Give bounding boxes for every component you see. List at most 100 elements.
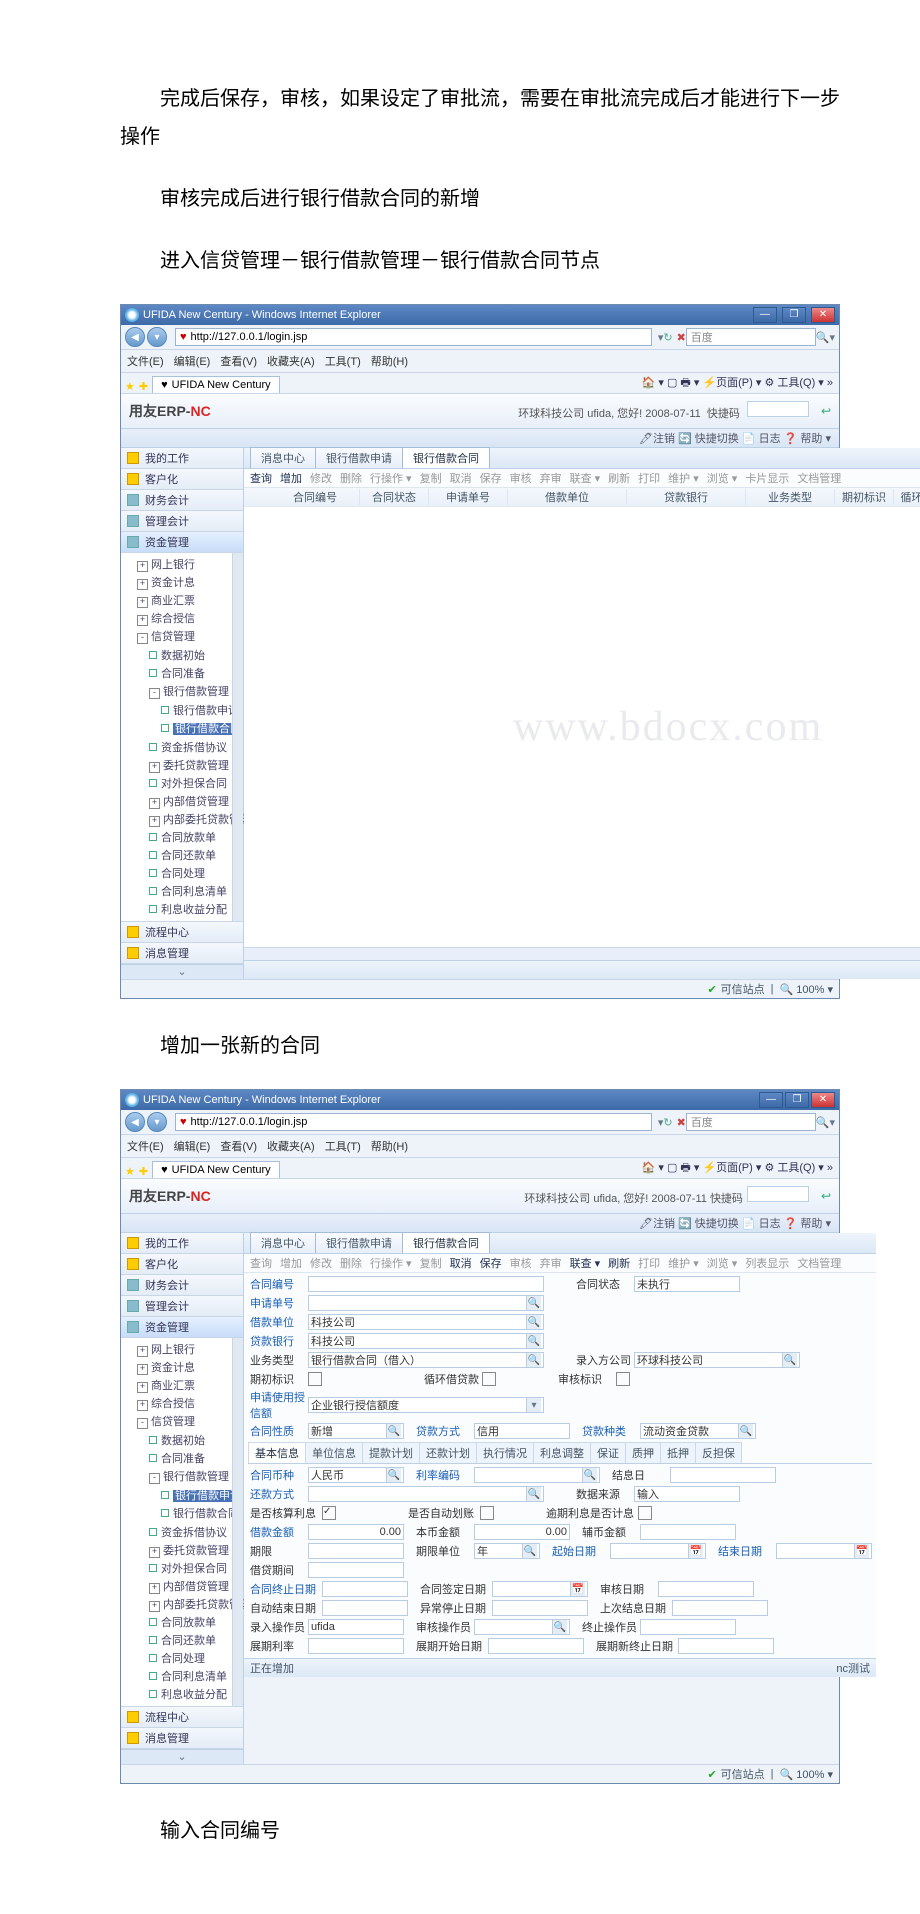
h-scrollbar[interactable] [244,947,920,960]
tree-node[interactable]: 合同准备 [149,1449,243,1467]
subtab[interactable]: 还款计划 [419,1442,477,1463]
tree-node[interactable]: 合同利息清单 [149,882,243,900]
subtab[interactable]: 单位信息 [305,1442,363,1463]
input-term-unit[interactable]: 年🔍 [474,1543,540,1559]
input-contract-enddate[interactable] [322,1581,408,1597]
subtab[interactable]: 抵押 [660,1442,696,1463]
tree-node[interactable]: +综合授信 [137,609,243,627]
tree-node[interactable]: +内部委托贷款管理 [149,1595,243,1613]
tab-loan-contract[interactable]: 银行借款合同 [402,447,490,468]
input-sign-date[interactable]: 📅 [492,1581,588,1597]
tree-node[interactable]: 资金拆借协议 [149,1523,243,1541]
tree-node[interactable]: 银行借款合同 [161,719,243,737]
tree-node[interactable]: +网上银行 [137,1340,243,1358]
tree-node[interactable]: 银行借款申请 [161,1486,243,1504]
input-operator[interactable]: ufida [308,1619,404,1635]
grid-col-header[interactable]: 循环借贷款 [894,489,920,505]
tree-node[interactable]: 合同放款单 [149,828,243,846]
input-credit[interactable]: 企业银行授信额度▾ [308,1397,544,1413]
tree-node[interactable]: +网上银行 [137,555,243,573]
subtab[interactable]: 执行情况 [476,1442,534,1463]
tree-node[interactable]: +委托贷款管理 [149,756,243,774]
tree-node[interactable]: 数据初始 [149,646,243,664]
input-interest-date[interactable] [670,1467,776,1483]
sidebar-item-mywork[interactable]: 我的工作 [121,448,243,469]
tab-msgcenter[interactable]: 消息中心 [250,447,316,468]
tab-loan-apply[interactable]: 银行借款申请 [315,447,403,468]
grid-col-header[interactable]: 合同编号 [271,489,360,505]
home-icon[interactable]: ↩ [821,404,831,418]
subtab[interactable]: 保证 [590,1442,626,1463]
tree-node[interactable]: 合同处理 [149,864,243,882]
tree-node[interactable]: 银行借款申请 [161,701,243,719]
subtab[interactable]: 质押 [625,1442,661,1463]
tree-node[interactable]: -信贷管理 [137,627,243,645]
input-company[interactable]: 环球科技公司🔍 [634,1352,800,1368]
tree-node[interactable]: 利息收益分配 [149,1685,243,1703]
grid-col-header[interactable]: 期初标识 [835,489,894,505]
input-abnormal-date[interactable] [492,1600,588,1616]
back-button[interactable]: ◀ [125,327,145,347]
input-loan-amount[interactable]: 0.00 [308,1524,404,1540]
quickcode-input[interactable] [747,401,809,417]
input-source[interactable]: 输入 [634,1486,740,1502]
app-helpbar[interactable]: 🖊注销 🔄 快捷切换 📄 日志 ❓ 帮助 ▾ [121,429,839,448]
input-biztype[interactable]: 银行借款合同（借入）🔍 [308,1352,544,1368]
input-local-amount[interactable]: 0.00 [474,1524,570,1540]
favorites-icon[interactable]: ★ [125,380,135,393]
close-button[interactable]: ✕ [811,307,835,323]
subtab[interactable]: 提款计划 [362,1442,420,1463]
tree-node[interactable]: +商业汇票 [137,591,243,609]
tree-node[interactable]: +综合授信 [137,1394,243,1412]
tree-node[interactable]: 对外担保合同 [149,774,243,792]
input-term[interactable] [308,1543,404,1559]
input-loanmode[interactable]: 信用 [474,1423,570,1439]
sidebar-item-finance[interactable]: 财务会计 [121,490,243,511]
tree-node[interactable]: 对外担保合同 [149,1559,243,1577]
input-contract-no[interactable] [308,1276,544,1292]
stop-icon[interactable]: ✖ [677,331,686,344]
grid-col-header[interactable]: 申请单号 [429,489,508,505]
chk-cycle[interactable] [482,1372,496,1386]
toolbar-item[interactable]: 增加 [280,470,302,486]
input-ext-rate[interactable] [308,1638,404,1654]
add-favorite-icon[interactable]: ✚ [139,380,148,393]
chk-auto-transfer[interactable] [480,1506,494,1520]
sidebar-item-manage[interactable]: 管理会计 [121,511,243,532]
subtab[interactable]: 基本信息 [248,1442,306,1463]
chk-overdue[interactable] [638,1506,652,1520]
tree-node[interactable]: +内部借贷管理 [149,1577,243,1595]
tree-node[interactable]: +资金计息 [137,1358,243,1376]
subtab[interactable]: 反担保 [695,1442,742,1463]
tree-node[interactable]: 合同利息清单 [149,1667,243,1685]
input-loankind[interactable]: 流动资金贷款🔍 [640,1423,756,1439]
input-contract-status[interactable]: 未执行 [634,1276,740,1292]
input-auto-enddate[interactable] [322,1600,408,1616]
grid-col-header[interactable]: 业务类型 [746,489,835,505]
tree-node[interactable]: +委托贷款管理 [149,1541,243,1559]
tree-node[interactable]: +内部借贷管理 [149,792,243,810]
maximize-button[interactable]: ❐ [782,307,806,323]
tree-node[interactable]: 利息收益分配 [149,900,243,918]
chk-initial[interactable] [308,1372,322,1386]
tree-node[interactable]: 合同准备 [149,664,243,682]
input-terminator[interactable] [640,1619,736,1635]
sidebar-item-process[interactable]: 流程中心 [121,922,243,943]
input-last-interest[interactable] [672,1600,768,1616]
sidebar-item-message[interactable]: 消息管理 [121,943,243,964]
chk-audit[interactable] [616,1372,630,1386]
input-ext-end[interactable] [678,1638,774,1654]
input-loan-period[interactable] [308,1562,404,1578]
tree-node[interactable]: 银行借款合同 [161,1504,243,1522]
tree-node[interactable]: +商业汇票 [137,1376,243,1394]
toolbar-item[interactable]: 查询 [250,470,272,486]
search-box[interactable]: 百度 [686,328,816,346]
input-audit-date[interactable] [658,1581,754,1597]
browser-tab[interactable]: ♥ UFIDA New Century [152,376,280,393]
scrollbar[interactable] [232,553,243,921]
input-end-date[interactable]: 📅 [776,1543,872,1559]
input-aux-amount[interactable] [640,1524,736,1540]
sidebar-item-custom[interactable]: 客户化 [121,469,243,490]
subtab[interactable]: 利息调整 [533,1442,591,1463]
input-repay-mode[interactable]: 🔍 [308,1486,544,1502]
